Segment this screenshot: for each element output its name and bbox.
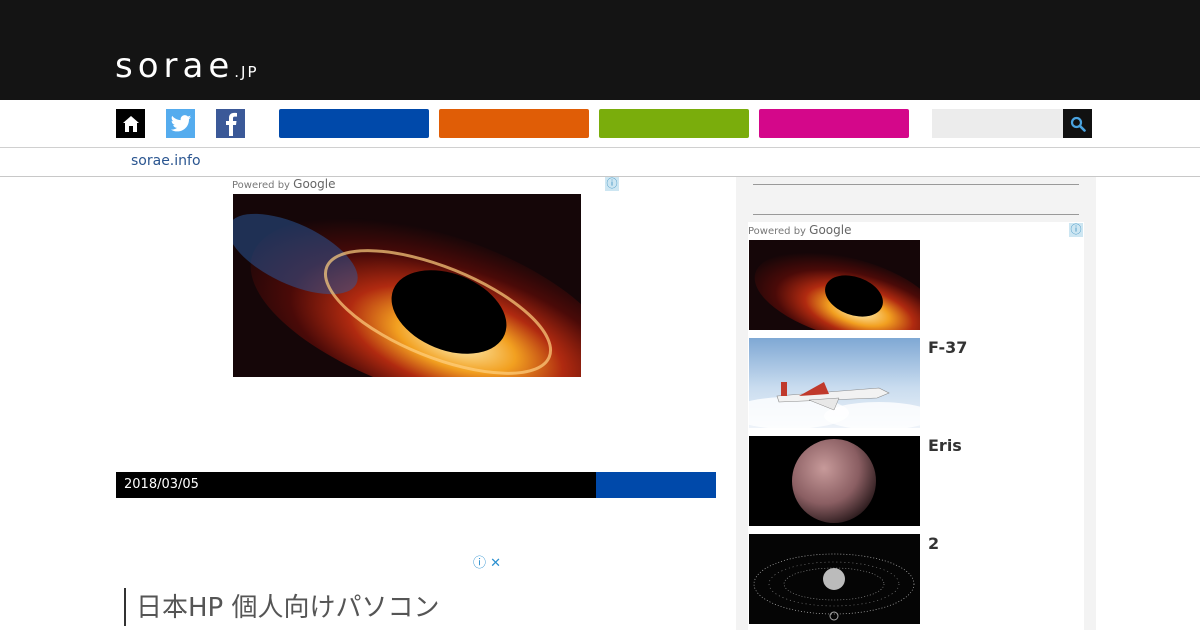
- twitter-icon: [170, 114, 191, 131]
- search-icon: [1070, 116, 1086, 132]
- bottom-ad-text[interactable]: 日本HP 個人向けパソコン: [124, 588, 440, 626]
- sidebar-thumb-jet[interactable]: [749, 338, 920, 428]
- search-button[interactable]: [1063, 109, 1092, 138]
- main-ad-powered-by: Powered by Google: [232, 177, 335, 191]
- nav-category-button-2[interactable]: [439, 109, 589, 138]
- sub-nav: sorae.info: [0, 148, 1200, 177]
- sidebar-divider: [753, 214, 1079, 215]
- black-hole-ad-image[interactable]: [233, 194, 581, 377]
- article-date-bar: 2018/03/05: [116, 472, 596, 498]
- nav-bar: [0, 100, 1200, 148]
- sidebar-ad-info-icon[interactable]: ⓘ: [1069, 223, 1083, 237]
- sidebar-powered-by: Powered by Google: [748, 223, 851, 237]
- powered-by-text: Powered by: [232, 180, 290, 191]
- logo-text: sorae: [115, 46, 235, 86]
- sidebar-item-title[interactable]: F-37: [928, 338, 967, 357]
- google-text: Google: [809, 223, 852, 237]
- nav-category-button-4[interactable]: [759, 109, 909, 138]
- sidebar-item-title[interactable]: 2: [928, 534, 939, 553]
- article-category-badge[interactable]: [596, 472, 716, 498]
- facebook-button[interactable]: [216, 109, 245, 138]
- sidebar-thumb-eris[interactable]: [749, 436, 920, 526]
- site-logo[interactable]: sorae.JP: [115, 46, 259, 86]
- sidebar-thumb-space-debris[interactable]: [749, 534, 920, 624]
- twitter-button[interactable]: [166, 109, 195, 138]
- home-button[interactable]: [116, 109, 145, 138]
- sorae-info-link[interactable]: sorae.info: [131, 153, 201, 169]
- ad-info-icon[interactable]: ⓘ: [605, 177, 619, 191]
- sidebar-item-title[interactable]: Eris: [928, 436, 962, 455]
- logo-domain: .JP: [234, 63, 259, 81]
- home-icon: [122, 115, 139, 132]
- facebook-icon: [225, 112, 237, 136]
- nav-category-button-3[interactable]: [599, 109, 749, 138]
- powered-by-text: Powered by: [748, 226, 806, 237]
- sidebar-divider: [753, 184, 1079, 185]
- search-input[interactable]: [932, 109, 1063, 138]
- google-text: Google: [293, 177, 336, 191]
- site-header: sorae.JP: [0, 0, 1200, 100]
- sidebar-thumb-black-hole[interactable]: [749, 240, 920, 330]
- article-date: 2018/03/05: [124, 477, 199, 492]
- bottom-ad-controls[interactable]: ⓘ ✕: [473, 552, 501, 571]
- nav-category-button-1[interactable]: [279, 109, 429, 138]
